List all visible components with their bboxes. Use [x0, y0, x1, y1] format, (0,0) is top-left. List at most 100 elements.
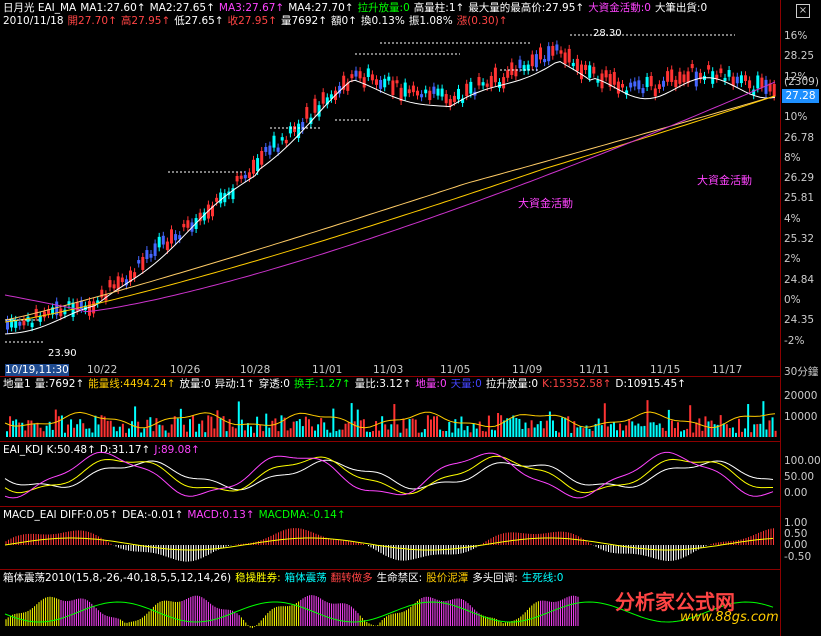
volume-bar — [521, 428, 524, 437]
ma2-line — [4, 95, 776, 321]
volume-bar — [576, 427, 579, 437]
candle-body — [321, 92, 325, 104]
candle-body — [735, 76, 739, 84]
volume-bar — [439, 429, 442, 437]
volume-bar — [698, 418, 701, 437]
volume-bar — [652, 422, 655, 437]
volume-bar — [756, 424, 759, 437]
volume-bar — [124, 432, 127, 437]
volume-bar — [744, 428, 747, 437]
volume-bar — [637, 423, 640, 437]
candle-body — [436, 88, 440, 96]
volume-bar — [30, 420, 33, 437]
volume-bar — [131, 421, 134, 437]
candle-body — [534, 54, 538, 68]
volume-bar — [609, 424, 612, 437]
volume-bar — [536, 424, 539, 437]
candle-body — [22, 320, 26, 326]
volume-bar — [408, 419, 411, 437]
volume-bar — [280, 415, 283, 437]
volume-bar — [765, 429, 768, 437]
volume-bar — [271, 420, 274, 437]
volume-bar — [201, 420, 204, 437]
volume-bar — [118, 426, 121, 437]
volume-bar — [91, 432, 94, 437]
volume-bar — [649, 422, 652, 437]
candle-body — [407, 89, 411, 94]
volume-bar — [179, 408, 182, 437]
candle-body — [18, 321, 22, 326]
volume-bar — [246, 423, 249, 437]
candle-body — [288, 126, 292, 134]
candle-body — [772, 83, 776, 97]
chart-canvas[interactable] — [0, 0, 821, 636]
candle-body — [141, 256, 145, 270]
candle-body — [588, 65, 592, 78]
volume-bar — [475, 428, 478, 437]
volume-bar — [460, 416, 463, 437]
volume-bar — [429, 419, 432, 437]
volume-bar — [619, 423, 622, 437]
volume-bar — [701, 430, 704, 437]
volume-bar — [76, 424, 79, 437]
volume-bar — [381, 416, 384, 437]
candle-body — [375, 79, 378, 85]
volume-bar — [561, 417, 564, 437]
volume-bar — [350, 403, 353, 437]
volume-bar — [420, 432, 423, 437]
volume-bar — [612, 421, 615, 437]
candle-body — [354, 70, 358, 77]
volume-bar — [713, 424, 716, 437]
volume-bar — [234, 428, 237, 437]
volume-bar — [195, 431, 198, 437]
volume-bar — [317, 424, 320, 437]
candle-body — [584, 64, 588, 71]
candle-body — [358, 71, 362, 79]
volume-bar — [231, 426, 234, 437]
volume-bar — [42, 431, 45, 437]
volume-bar — [463, 430, 466, 437]
volume-bar — [210, 416, 213, 437]
candle-body — [153, 243, 157, 256]
volume-bar — [375, 421, 378, 437]
candle-body — [252, 159, 255, 174]
volume-bar — [298, 419, 301, 437]
volume-bar — [359, 420, 362, 437]
volume-bar — [164, 430, 167, 437]
volume-bar — [670, 420, 673, 437]
candle-body — [239, 175, 243, 179]
volume-bar — [597, 418, 600, 437]
candle-body — [551, 45, 555, 56]
volume-bar — [436, 416, 439, 437]
volume-bar — [67, 424, 69, 437]
volume-bar — [79, 419, 82, 437]
volume-bar — [121, 423, 124, 437]
volume-bar — [423, 429, 426, 437]
candle-body — [493, 67, 497, 83]
volume-bar — [185, 431, 188, 437]
candle-body — [362, 77, 366, 88]
volume-bar — [326, 429, 329, 437]
candle-body — [559, 50, 563, 54]
volume-bar — [146, 419, 149, 437]
volume-bar — [500, 415, 503, 437]
candle-body — [170, 229, 173, 244]
volume-bar — [518, 418, 521, 437]
volume-bar — [481, 430, 484, 437]
volume-bar — [710, 420, 713, 437]
candle-body — [469, 81, 473, 94]
volume-bar — [274, 418, 277, 437]
candle-body — [485, 83, 489, 87]
volume-bar — [82, 423, 85, 437]
candle-body — [629, 82, 633, 88]
volume-bar — [173, 416, 176, 437]
candle-body — [387, 76, 391, 81]
volume-bar — [314, 430, 317, 437]
volume-bar — [625, 425, 628, 437]
volume-bar — [411, 418, 414, 437]
volume-bar — [588, 428, 591, 437]
candle-body — [727, 70, 731, 77]
volume-bar — [338, 429, 341, 437]
volume-bar — [640, 426, 643, 437]
candle-body — [653, 88, 657, 97]
